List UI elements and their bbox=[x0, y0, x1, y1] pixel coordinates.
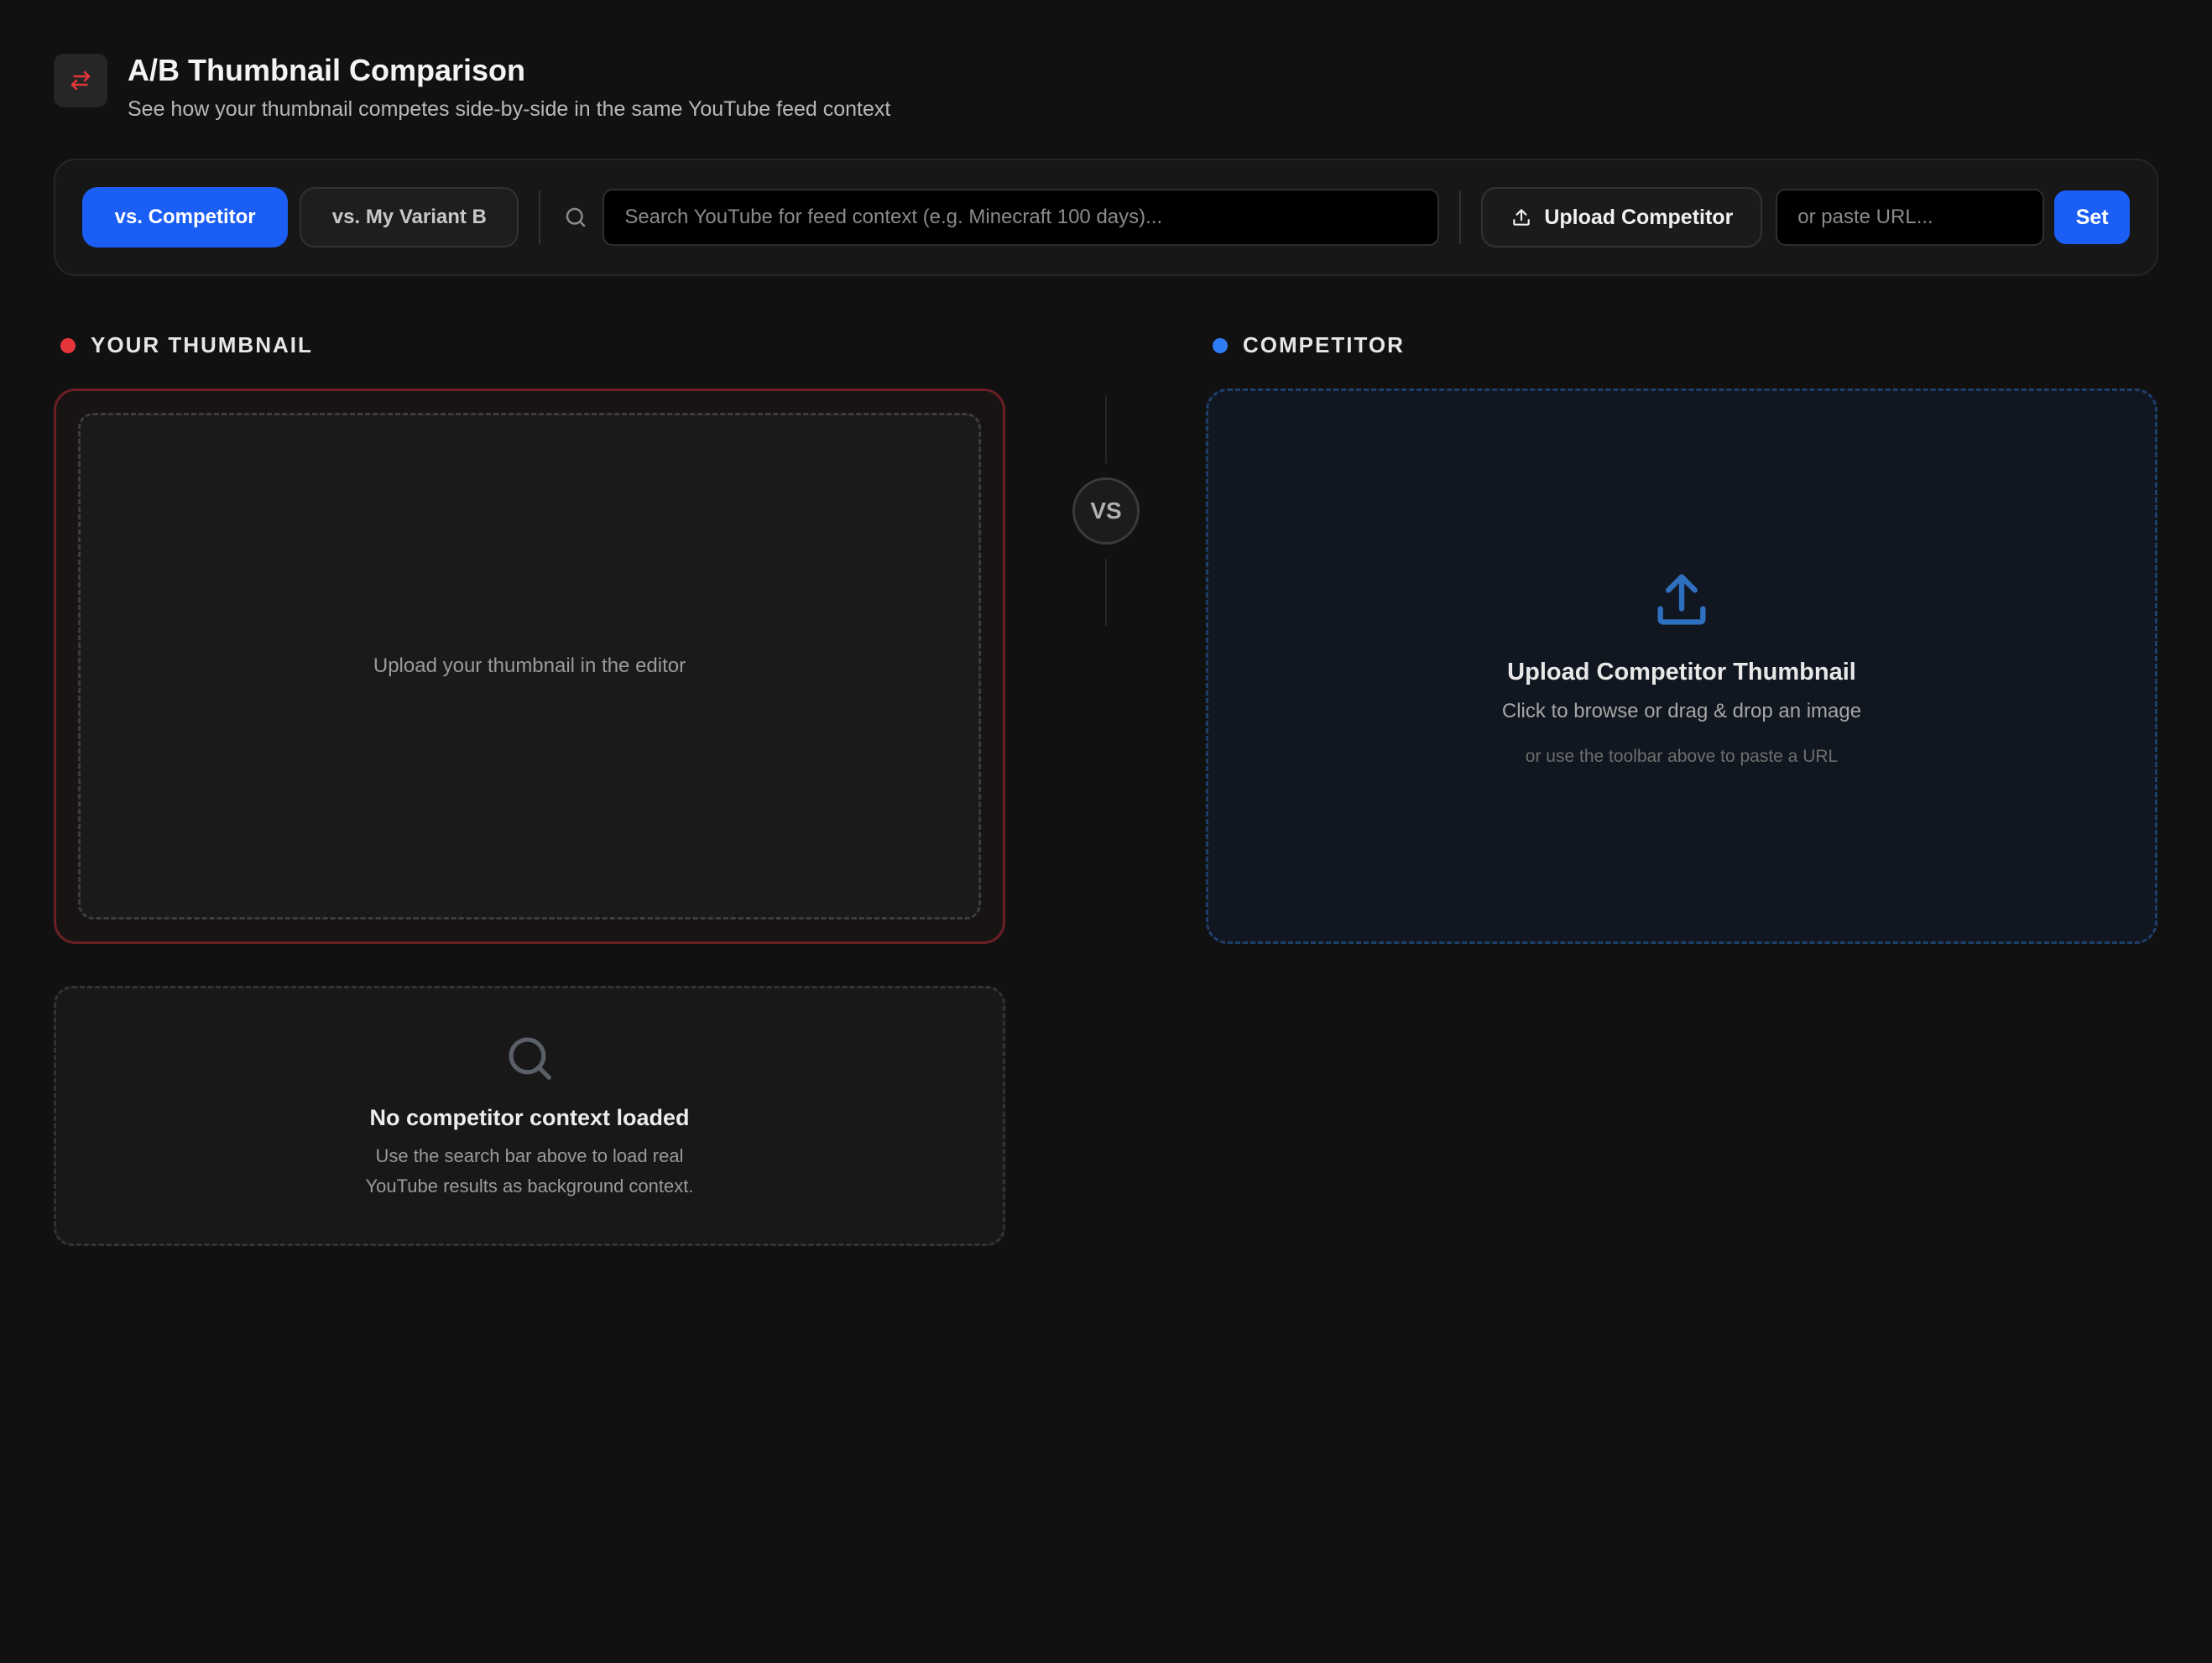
page: A/B Thumbnail Comparison See how your th… bbox=[0, 0, 2212, 1663]
page-subtitle: See how your thumbnail competes side-by-… bbox=[128, 97, 891, 121]
competitor-upload-subtitle: Click to browse or drag & drop an image bbox=[1501, 700, 1862, 722]
page-header: A/B Thumbnail Comparison See how your th… bbox=[54, 52, 890, 123]
competitor-dropzone[interactable]: Upload Competitor Thumbnail Click to bro… bbox=[1206, 388, 2157, 944]
red-dot-icon bbox=[60, 337, 76, 353]
your-thumbnail-card: Upload your thumbnail in the editor bbox=[54, 388, 1005, 944]
vs-badge: VS bbox=[1072, 477, 1140, 545]
header-text: A/B Thumbnail Comparison See how your th… bbox=[128, 52, 890, 123]
context-title: No competitor context loaded bbox=[369, 1105, 690, 1130]
competitor-label: COMPETITOR bbox=[1243, 332, 1405, 357]
vs-variant-b-button[interactable]: vs. My Variant B bbox=[300, 187, 519, 248]
page-title: A/B Thumbnail Comparison bbox=[128, 53, 526, 87]
blue-dot-icon bbox=[1213, 337, 1228, 353]
competitor-upload-title: Upload Competitor Thumbnail bbox=[1507, 659, 1856, 686]
competitor-url-input[interactable] bbox=[1776, 189, 2045, 246]
your-thumbnail-placeholder: Upload your thumbnail in the editor bbox=[78, 413, 981, 920]
vs-divider-line bbox=[1105, 559, 1107, 626]
feed-search-input[interactable] bbox=[603, 189, 1440, 246]
search-icon bbox=[503, 1032, 556, 1088]
vs-competitor-button[interactable]: vs. Competitor bbox=[82, 187, 289, 248]
swap-arrows-icon bbox=[54, 54, 107, 107]
your-thumbnail-placeholder-text: Upload your thumbnail in the editor bbox=[373, 654, 686, 677]
upload-icon bbox=[1513, 209, 1531, 226]
competitor-heading: COMPETITOR bbox=[1213, 332, 1405, 358]
competitor-context-card: No competitor context loaded Use the sea… bbox=[54, 986, 1005, 1246]
vs-divider-line bbox=[1105, 396, 1107, 463]
toolbar-divider bbox=[1459, 190, 1462, 244]
your-thumbnail-heading: YOUR THUMBNAIL bbox=[60, 332, 313, 358]
toolbar: vs. Competitor vs. My Variant B Upload C… bbox=[54, 159, 2158, 276]
your-thumbnail-label: YOUR THUMBNAIL bbox=[91, 332, 313, 357]
context-description-line-1: Use the search bar above to load real bbox=[375, 1145, 684, 1166]
context-description-line-2: YouTube results as background context. bbox=[365, 1176, 694, 1196]
search-icon bbox=[561, 202, 591, 232]
upload-icon bbox=[1650, 569, 1714, 637]
upload-competitor-button[interactable]: Upload Competitor bbox=[1481, 187, 1763, 248]
competitor-upload-hint: or use the toolbar above to paste a URL bbox=[1525, 747, 1839, 766]
upload-competitor-label: Upload Competitor bbox=[1544, 205, 1734, 229]
toolbar-divider bbox=[539, 190, 541, 244]
set-url-button[interactable]: Set bbox=[2054, 190, 2131, 244]
